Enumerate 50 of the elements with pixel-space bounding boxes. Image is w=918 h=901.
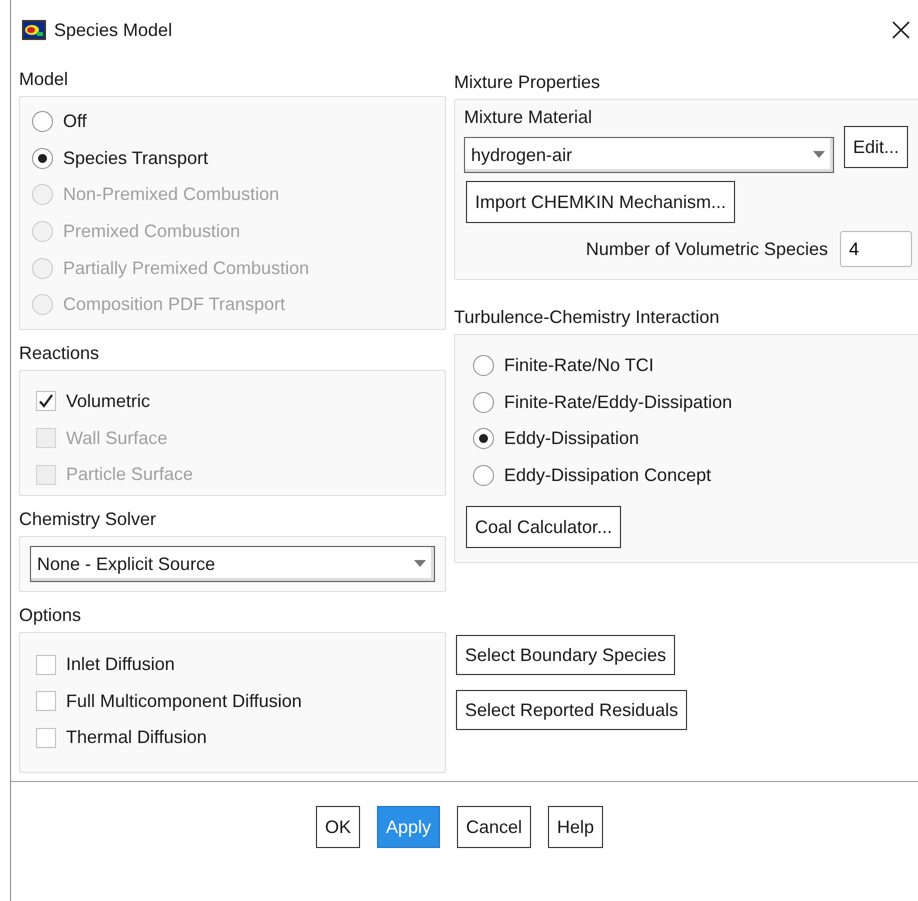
group-label: Model [19,68,70,91]
group-label: Chemistry Solver [19,508,158,532]
action-button[interactable]: Select Reported Residuals [456,690,688,730]
checkbox-label: Full Multicomponent Diffusion [66,690,302,713]
coal-calculator-button[interactable]: Coal Calculator... [466,506,622,548]
close-button[interactable] [890,19,912,41]
group-label: Mixture Properties [454,71,602,94]
radio-label: Eddy-Dissipation Concept [504,464,712,487]
checkbox-label: Thermal Diffusion [66,726,207,750]
radio-button[interactable] [473,392,494,413]
radio-label: Off [63,110,87,133]
checkbox[interactable] [36,728,56,748]
radio-button[interactable] [473,428,494,450]
dropdown-caret-icon [414,560,426,568]
window-title: Species Model [54,18,172,42]
checkbox[interactable] [36,391,56,412]
radio-button[interactable] [32,148,53,169]
group-label: Reactions [19,342,100,366]
material-dropdown[interactable]: hydrogen-air [464,137,834,173]
field-label: Number of Volumetric Species [586,238,828,261]
checkbox-label: Wall Surface [66,426,168,450]
checkbox[interactable] [36,654,56,675]
group-label: Turbulence-Chemistry Interaction [454,306,720,329]
species-count-field[interactable]: 4 [840,231,912,267]
dialog-button[interactable]: Cancel [456,806,532,848]
checkbox-label: Inlet Diffusion [66,653,175,676]
radio-label: Species Transport [63,146,208,170]
app-icon [22,20,46,40]
checkbox[interactable] [36,691,56,712]
radio-label: Finite-Rate/Eddy-Dissipation [504,390,732,414]
radio-button[interactable] [473,464,494,486]
radio-label: Finite-Rate/No TCI [504,354,654,377]
radio-label: Eddy-Dissipation [504,427,640,450]
radio-button[interactable] [473,354,494,376]
edit-button[interactable]: Edit... [844,126,908,168]
radio-button[interactable] [32,110,53,132]
radio-label: Non-Premixed Combustion [63,183,280,206]
radio-label: Premixed Combustion [63,220,240,243]
field-label: Mixture Material [464,106,594,129]
solver-dropdown[interactable]: None - Explicit Source [30,546,435,582]
group-label: Options [19,604,82,628]
dialog-button[interactable]: OK [316,806,360,848]
radio-label: Composition PDF Transport [63,293,286,316]
import-button[interactable]: Import CHEMKIN Mechanism... [466,181,736,223]
checkbox-label: Volumetric [66,390,150,413]
checkbox-label: Particle Surface [66,463,194,486]
dialog-button[interactable]: Help [548,806,604,848]
dropdown-caret-icon [813,151,825,159]
action-button[interactable]: Select Boundary Species [456,634,676,675]
radio-label: Partially Premixed Combustion [63,256,310,280]
